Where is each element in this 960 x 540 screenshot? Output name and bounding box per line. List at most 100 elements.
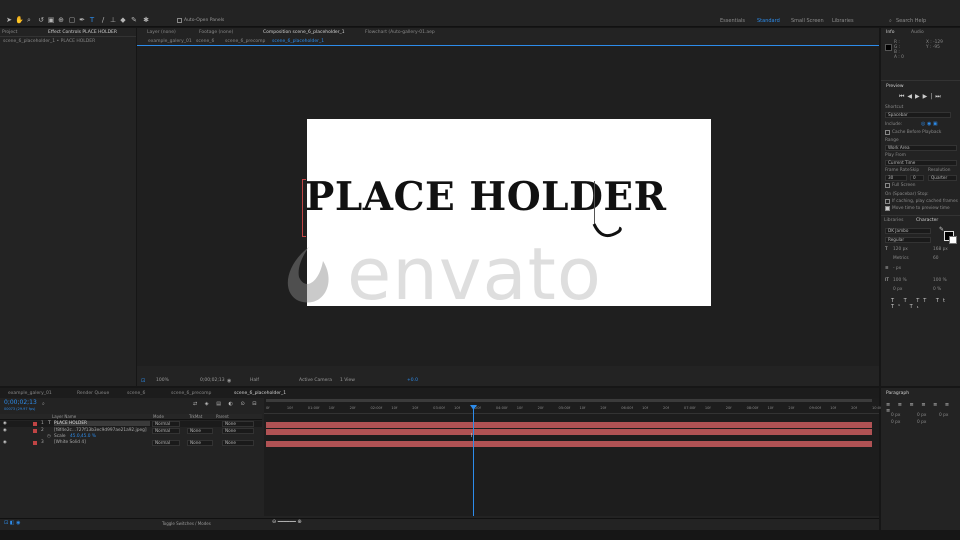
nav-comp-1[interactable]: example_galery_01 <box>148 39 192 44</box>
layer-trkmat[interactable]: None <box>187 440 213 446</box>
label-color[interactable] <box>33 422 37 426</box>
rotate-tool-icon[interactable]: ↺ <box>37 16 45 24</box>
viewer-timecode[interactable]: 0;00;02;13 <box>200 378 225 383</box>
tab-libraries[interactable]: Libraries <box>884 218 903 223</box>
layer-bar[interactable] <box>266 429 872 435</box>
indent-left[interactable]: 0 px <box>891 413 900 418</box>
workspace-standard[interactable]: Standard <box>757 18 780 24</box>
snapshot-icon[interactable]: ◉ <box>227 378 231 384</box>
space-after[interactable]: 0 px <box>917 420 926 425</box>
time-ruler[interactable]: 0f 10f 01:00f 10f 20f 02:00f 10f 20f 03:00f 10f 20… <box>264 406 884 414</box>
visibility-eye-icon[interactable]: ◉ <box>3 440 7 445</box>
tab-character[interactable]: Character <box>916 218 938 223</box>
layer-row[interactable]: ◉ 3 [White Solid 4] Normal None None <box>0 440 262 446</box>
timeline-switch-icons[interactable]: ⇄ ◈ ▤ ◐ ⊙ ⊟ <box>193 401 259 407</box>
search-icon[interactable]: ⌕ <box>889 18 892 24</box>
camera-dropdown[interactable]: Active Camera <box>299 378 332 383</box>
range-dropdown[interactable]: Work Area <box>885 145 957 151</box>
layer-name[interactable]: PLACE HOLDER <box>54 421 150 426</box>
eraser-tool-icon[interactable]: ◆ <box>119 16 127 24</box>
hand-tool-icon[interactable]: ✋ <box>15 16 24 24</box>
include-icons[interactable]: ◎ ◉ ▣ <box>921 121 938 127</box>
skip-field[interactable]: 0 <box>910 175 924 181</box>
move-time-checkbox[interactable] <box>885 206 890 211</box>
layer-bar[interactable] <box>266 422 872 428</box>
track-area[interactable] <box>264 398 879 516</box>
camera-tool-icon[interactable]: ▣ <box>47 16 55 24</box>
keyframe-icon[interactable]: I <box>471 433 472 439</box>
selection-tool-icon[interactable]: ➤ <box>5 16 13 24</box>
tab-audio[interactable]: Audio <box>911 30 924 35</box>
frame-rate-dropdown[interactable]: 30 <box>885 175 907 181</box>
font-dropdown[interactable]: DK Jambo <box>885 228 931 234</box>
tab-effect-controls[interactable]: Effect Controls PLACE HOLDER <box>48 30 117 35</box>
tab-layer[interactable]: Layer (none) <box>147 30 176 35</box>
playback-controls[interactable]: ⏮◀▶▶|⏭ <box>899 93 944 101</box>
layer-mode[interactable]: Normal <box>152 421 180 427</box>
clone-tool-icon[interactable]: ⊥ <box>109 16 117 24</box>
layer-parent[interactable]: None <box>222 421 254 427</box>
auto-open-checkbox[interactable] <box>177 18 182 23</box>
rectangle-tool-icon[interactable]: ▢ <box>68 16 76 24</box>
kerning-value[interactable]: Metrics <box>893 256 909 261</box>
zoom-tool-icon[interactable]: ⌕ <box>25 16 33 24</box>
pen-tool-icon[interactable]: ✒ <box>78 16 86 24</box>
shortcut-dropdown[interactable]: Spacebar <box>885 112 951 118</box>
vertical-scale-value[interactable]: 100 % <box>893 278 907 283</box>
workspace-small-screen[interactable]: Small Screen <box>791 18 824 24</box>
timeline-timecode[interactable]: 0;00;02;13 <box>4 399 37 406</box>
label-color[interactable] <box>33 429 37 433</box>
pan-behind-tool-icon[interactable]: ⊕ <box>57 16 65 24</box>
type-tool-icon[interactable]: T <box>88 16 96 24</box>
tab-project[interactable]: Project <box>2 30 17 35</box>
indent-first[interactable]: 0 px <box>939 413 948 418</box>
layer-parent[interactable]: None <box>222 440 254 446</box>
resolution-dropdown[interactable]: Half <box>250 378 259 383</box>
search-help-input[interactable]: Search Help <box>896 18 926 24</box>
puppet-tool-icon[interactable]: ✱ <box>142 16 150 24</box>
placeholder-text[interactable]: PLACE HOLDER <box>305 174 667 220</box>
font-style-dropdown[interactable]: Regular <box>885 237 931 243</box>
visibility-eye-icon[interactable]: ◉ <box>3 421 7 426</box>
roto-brush-icon[interactable]: ✎ <box>130 16 138 24</box>
play-from-dropdown[interactable]: Current Time <box>885 160 957 166</box>
baseline-shift-value[interactable]: 0 px <box>893 287 902 292</box>
always-preview-icon[interactable]: ⊡ <box>141 378 145 384</box>
stroke-color-swatch[interactable] <box>949 236 957 244</box>
tab-footage[interactable]: Footage (none) <box>199 30 233 35</box>
toggle-switches-label[interactable]: Toggle Switches / Modes <box>162 521 211 526</box>
visibility-eye-icon[interactable]: ◉ <box>3 428 7 433</box>
layer-name[interactable]: [White Solid 4] <box>54 440 86 445</box>
tl-tab-2[interactable]: Render Queue <box>77 391 109 396</box>
tab-composition[interactable]: Composition scene_6_placeholder_1 <box>263 30 345 35</box>
work-area-bar[interactable] <box>266 399 872 402</box>
leading-value[interactable]: 168 px <box>933 247 948 252</box>
zoom-slider[interactable]: ⊖ ━━━━━━ ⊕ <box>272 519 302 525</box>
search-icon[interactable]: ⌕ <box>42 401 45 407</box>
playhead[interactable] <box>473 406 474 516</box>
tab-flowchart[interactable]: Flowchart (Auto-gallery-01.aep <box>365 30 435 35</box>
space-before[interactable]: 0 px <box>891 420 900 425</box>
tl-tab-4[interactable]: scene_6_precomp <box>171 391 211 396</box>
indent-right[interactable]: 0 px <box>917 413 926 418</box>
horizontal-scale-value[interactable]: 100 % <box>933 278 947 283</box>
layer-name[interactable]: [f8f4e2c...727f13b3ec9d997ae21a92.jpeg] <box>54 428 147 433</box>
stroke-width-value[interactable]: - px <box>893 266 901 271</box>
nav-comp-3[interactable]: scene_6_precomp <box>225 39 265 44</box>
font-size-value[interactable]: 120 px <box>893 247 908 252</box>
nav-comp-2[interactable]: scene_6 <box>196 39 214 44</box>
tl-tab-5[interactable]: scene_6_placeholder_1 <box>234 391 286 396</box>
render-icons[interactable]: ⊡ ◧ ◉ <box>4 520 20 526</box>
cached-frames-checkbox[interactable] <box>885 199 890 204</box>
layer-row[interactable]: ◉ 1 T PLACE HOLDER Normal None <box>0 421 262 427</box>
tab-info[interactable]: Info <box>886 30 895 35</box>
fullscreen-checkbox[interactable] <box>885 183 890 188</box>
tl-tab-1[interactable]: example_galery_01 <box>8 391 52 396</box>
tracking-value[interactable]: 60 <box>933 256 938 261</box>
scale-value[interactable]: 45.0,45.0 % <box>70 434 96 439</box>
label-color[interactable] <box>33 441 37 445</box>
tl-tab-3[interactable]: scene_6 <box>127 391 145 396</box>
zoom-dropdown[interactable]: 100% <box>156 378 169 383</box>
stopwatch-icon[interactable]: ◷ <box>47 434 51 439</box>
brush-tool-icon[interactable]: / <box>99 16 107 24</box>
